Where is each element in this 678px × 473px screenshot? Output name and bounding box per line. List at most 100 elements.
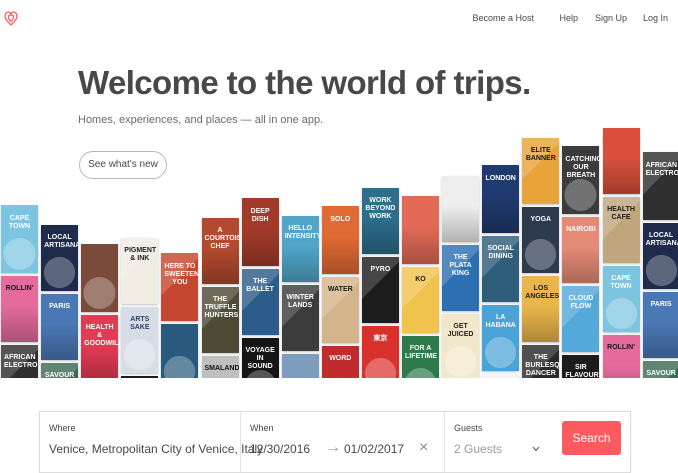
guide-cover[interactable]: Deep Dish <box>241 198 279 266</box>
guide-cover[interactable]: Cape Town <box>602 266 640 332</box>
guide-cover[interactable]: Work Beyond Work <box>361 188 399 254</box>
check-out-input[interactable]: 01/02/2017 <box>344 442 404 456</box>
guide-cover[interactable]: Get Juiced <box>442 314 480 378</box>
guide-cover-title: Water <box>327 286 353 294</box>
guide-cover[interactable]: Cloud Flow <box>562 286 600 352</box>
guide-cover[interactable]: Life Changing Music <box>482 374 520 378</box>
guide-cover[interactable]: Catching Our Breath <box>562 146 600 214</box>
cover-art <box>442 176 480 242</box>
guide-cover-title: Elite Banner <box>525 147 556 163</box>
where-input[interactable]: Venice, Metropolitan City of Venice, Ita… <box>49 442 263 456</box>
guide-cover[interactable]: For a Lifetime <box>402 336 439 378</box>
guide-cover[interactable] <box>161 324 199 378</box>
guests-select[interactable]: 2 Guests <box>454 442 502 456</box>
guide-cover[interactable]: Social Dining <box>482 236 520 302</box>
guide-cover-title: Deep Dish <box>250 207 270 223</box>
guide-cover-title: The Plata King <box>449 254 472 278</box>
guide-cover[interactable]: Winter Lands <box>281 285 319 351</box>
guide-cover[interactable] <box>121 376 159 378</box>
guide-cover[interactable]: Savour the Season <box>41 363 79 378</box>
cover-art <box>482 374 520 378</box>
guide-cover[interactable]: Yoga <box>522 207 560 273</box>
guide-cover-title: Local Artisanal <box>645 232 678 248</box>
guide-cover[interactable]: Cape Town <box>1 205 38 273</box>
guide-cover[interactable]: 東京 <box>361 326 399 378</box>
guide-cover-title: Los Angeles <box>525 285 560 301</box>
guide-cover-title: Work Beyond Work <box>365 197 396 221</box>
guide-cover[interactable] <box>281 354 319 378</box>
guide-cover-title: The Ballet <box>246 278 274 294</box>
guide-cover[interactable] <box>602 128 640 194</box>
guide-cover[interactable]: Ko <box>402 267 439 333</box>
guide-cover[interactable]: Voyage in Sound <box>241 338 279 378</box>
guide-cover-title: Nairobi <box>566 226 596 234</box>
guide-cover[interactable]: African Electro <box>1 345 38 378</box>
guide-cover[interactable]: Rollin' <box>602 335 640 378</box>
guide-cover-title: 東京 <box>373 335 388 343</box>
guide-cover-title: Voyage in Sound <box>245 347 275 371</box>
guide-cover[interactable]: Solo <box>321 206 359 274</box>
guide-cover[interactable]: Pyro <box>361 257 399 323</box>
guide-cover[interactable]: African Electro <box>642 152 678 220</box>
guide-cover-title: Cape Town <box>610 275 632 291</box>
guide-cover[interactable]: Paris <box>41 294 79 360</box>
guide-cover-title: Pigment & Ink <box>124 247 157 263</box>
guide-cover[interactable] <box>81 244 119 312</box>
guide-cover[interactable]: Health Cafe <box>602 197 640 263</box>
guide-cover[interactable]: Hello Intensity <box>281 216 319 282</box>
check-in-input[interactable]: 12/30/2016 <box>250 442 310 456</box>
guide-cover-title: African Electro <box>4 354 38 370</box>
guide-cover[interactable]: Health & Goodwill <box>81 315 119 378</box>
guide-cover-title: Savour the Season <box>646 370 676 378</box>
guide-cover-title: Health & Goodwill <box>84 324 118 348</box>
guide-cover[interactable]: Sir Flavour Sweat <box>562 355 600 378</box>
guide-cover[interactable]: Pigment & Ink <box>121 238 159 304</box>
guide-cover[interactable]: Local Artisanal <box>41 225 79 291</box>
guide-cover-title: Word <box>329 355 352 363</box>
guide-cover-title: For a Lifetime <box>405 345 437 361</box>
when-label: When <box>250 423 274 433</box>
guide-cover[interactable]: Word <box>321 346 359 378</box>
guide-cover[interactable]: Paris <box>642 292 678 358</box>
guide-cover-title: Paris <box>49 303 71 311</box>
guide-cover[interactable]: Elite Banner <box>522 138 560 204</box>
guests-field[interactable]: Guests 2 Guests <box>444 412 555 472</box>
guide-cover[interactable]: London <box>482 165 520 233</box>
search-button[interactable]: Search <box>562 421 621 455</box>
guide-cover-title: A Courtois Chef <box>204 227 239 251</box>
guide-cover[interactable]: The Plata King <box>442 245 480 311</box>
guide-cover[interactable] <box>442 176 480 242</box>
guide-cover[interactable]: The Truffle Hunters <box>201 287 239 353</box>
where-field[interactable]: Where Venice, Metropolitan City of Venic… <box>40 412 263 472</box>
guide-cover[interactable]: The Ballet <box>241 269 279 335</box>
guide-cover[interactable]: A Courtois Chef <box>201 218 239 284</box>
guide-cover[interactable]: Smalands <box>201 356 239 378</box>
guide-cover-title: Solo <box>330 215 351 223</box>
guide-cover[interactable]: Here to Sweeten You <box>161 253 199 321</box>
guide-cover[interactable]: Nairobi <box>562 217 600 283</box>
chevron-down-icon <box>532 446 540 452</box>
guide-cover-title: Hello Intensity <box>284 225 319 241</box>
guide-cover[interactable]: Savour the Season <box>642 361 678 378</box>
see-whats-new-button[interactable]: See what's new <box>79 151 167 179</box>
hero-title: Welcome to the world of trips. <box>78 64 531 101</box>
guide-cover[interactable]: La Habana <box>482 305 520 371</box>
guide-cover[interactable]: Water <box>321 277 359 343</box>
guide-cover[interactable]: Arts Sake <box>121 307 159 373</box>
guide-cover[interactable]: Rollin' <box>1 276 38 342</box>
guide-cover[interactable] <box>402 196 439 264</box>
guide-cover-title: Ko <box>415 276 426 284</box>
guide-cover-title: Cape Town <box>8 214 31 230</box>
guide-cover-title: Smalands <box>204 365 239 373</box>
arrow-right-icon: → <box>325 439 341 456</box>
clear-dates-icon[interactable]: × <box>419 439 428 457</box>
guide-cover-title: Paris <box>650 301 672 309</box>
when-field[interactable]: When 12/30/2016 → 01/02/2017 × <box>240 412 445 472</box>
where-label: Where <box>49 423 76 433</box>
guide-cover-title: Rollin' <box>607 344 635 352</box>
guide-cover-title: The Truffle Hunters <box>204 296 239 320</box>
cover-art <box>281 354 319 378</box>
guide-cover[interactable]: Local Artisanal <box>642 223 678 289</box>
guide-cover[interactable]: Los Angeles <box>522 276 560 342</box>
guide-cover[interactable]: The Burlesque Dancer <box>522 345 560 378</box>
